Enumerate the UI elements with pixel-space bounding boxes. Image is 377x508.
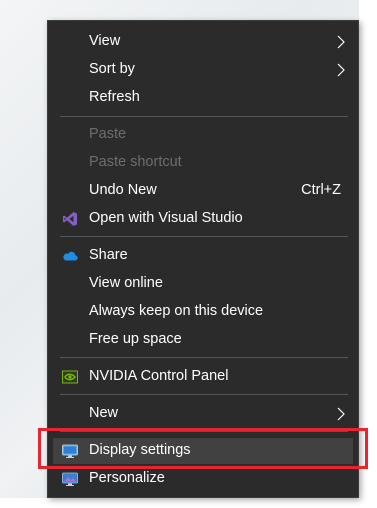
menu-item-label: Paste [89,126,127,142]
annotation-highlight-box [38,428,368,469]
menu-item-paste[interactable]: Paste [53,122,353,148]
menu-item-label: Undo New [89,182,157,198]
visual-studio-icon [63,212,77,226]
menu-item-label: Share [89,247,128,263]
chevron-right-icon [337,63,345,77]
desktop-context-menu: View Sort by Refresh Paste Paste shortcu… [47,20,359,498]
menu-item-label: New [89,405,119,421]
menu-item-label: Open with Visual Studio [89,210,243,226]
menu-item-nvidia-control-panel[interactable]: NVIDIA Control Panel [53,364,353,390]
menu-item-label: Sort by [89,61,135,77]
menu-item-label: Always keep on this device [89,303,264,319]
menu-item-undo-new[interactable]: Undo New Ctrl+Z [53,178,353,204]
menu-item-label: Paste shortcut [89,154,182,170]
menu-item-always-keep-on-device[interactable]: Always keep on this device [53,299,353,325]
nvidia-icon [62,370,78,384]
menu-item-label: View online [89,275,163,291]
menu-separator [60,357,348,358]
menu-item-paste-shortcut[interactable]: Paste shortcut [53,150,353,176]
menu-separator [60,236,348,237]
menu-item-refresh[interactable]: Refresh [53,85,353,111]
desktop-background-edge-bottom [0,498,377,508]
keyboard-shortcut: Ctrl+Z [301,182,341,198]
onedrive-cloud-icon [63,251,78,261]
menu-item-label: NVIDIA Control Panel [89,368,229,384]
menu-item-label: Free up space [89,331,182,347]
menu-item-view-online[interactable]: View online [53,271,353,297]
menu-separator [60,116,348,117]
menu-item-label: View [89,33,121,49]
menu-item-sort-by[interactable]: Sort by [53,57,353,83]
menu-item-share[interactable]: Share [53,243,353,269]
menu-item-personalize[interactable]: Personalize [53,466,353,492]
menu-item-free-up-space[interactable]: Free up space [53,327,353,353]
chevron-right-icon [337,35,345,49]
chevron-right-icon [337,407,345,421]
menu-item-view[interactable]: View [53,29,353,55]
menu-separator [60,394,348,395]
personalize-icon [62,472,78,486]
menu-item-label: Refresh [89,89,140,105]
menu-item-open-with-visual-studio[interactable]: Open with Visual Studio [53,206,353,232]
menu-item-label: Personalize [89,470,165,486]
menu-item-new[interactable]: New [53,401,353,427]
